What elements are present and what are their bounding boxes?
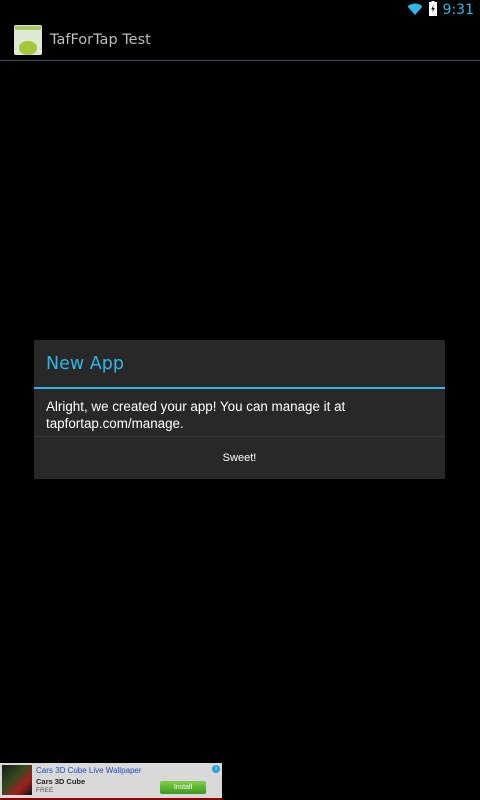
android-app-icon[interactable] — [0, 25, 42, 55]
action-bar: TafForTap Test — [0, 20, 480, 61]
status-icons: 9:31 — [407, 0, 474, 20]
status-time: 9:31 — [442, 2, 474, 18]
ad-banner[interactable]: Cars 3D Cube Live Wallpaper Cars 3D Cube… — [0, 763, 222, 800]
info-icon[interactable]: i — [212, 765, 220, 773]
sweet-button[interactable]: Sweet! — [34, 437, 445, 479]
dialog-message: Alright, we created your app! You can ma… — [34, 389, 445, 437]
ad-thumbnail[interactable] — [2, 765, 32, 795]
alert-dialog: New App Alright, we created your app! Yo… — [34, 340, 445, 479]
battery-charging-icon — [428, 0, 437, 20]
ad-install-button[interactable]: Install — [160, 781, 206, 794]
ad-subtitle: Cars 3D Cube — [36, 777, 86, 786]
status-bar: 9:31 — [0, 0, 480, 20]
app-title: TafForTap Test — [50, 32, 151, 48]
ad-price: FREE — [36, 787, 54, 794]
ad-title[interactable]: Cars 3D Cube Live Wallpaper — [36, 766, 142, 775]
dialog-button-bar: Sweet! — [34, 437, 445, 479]
dialog-title: New App — [34, 340, 445, 389]
wifi-icon — [407, 1, 423, 20]
screen: 9:31 TafForTap Test New App Alright, we … — [0, 0, 480, 800]
